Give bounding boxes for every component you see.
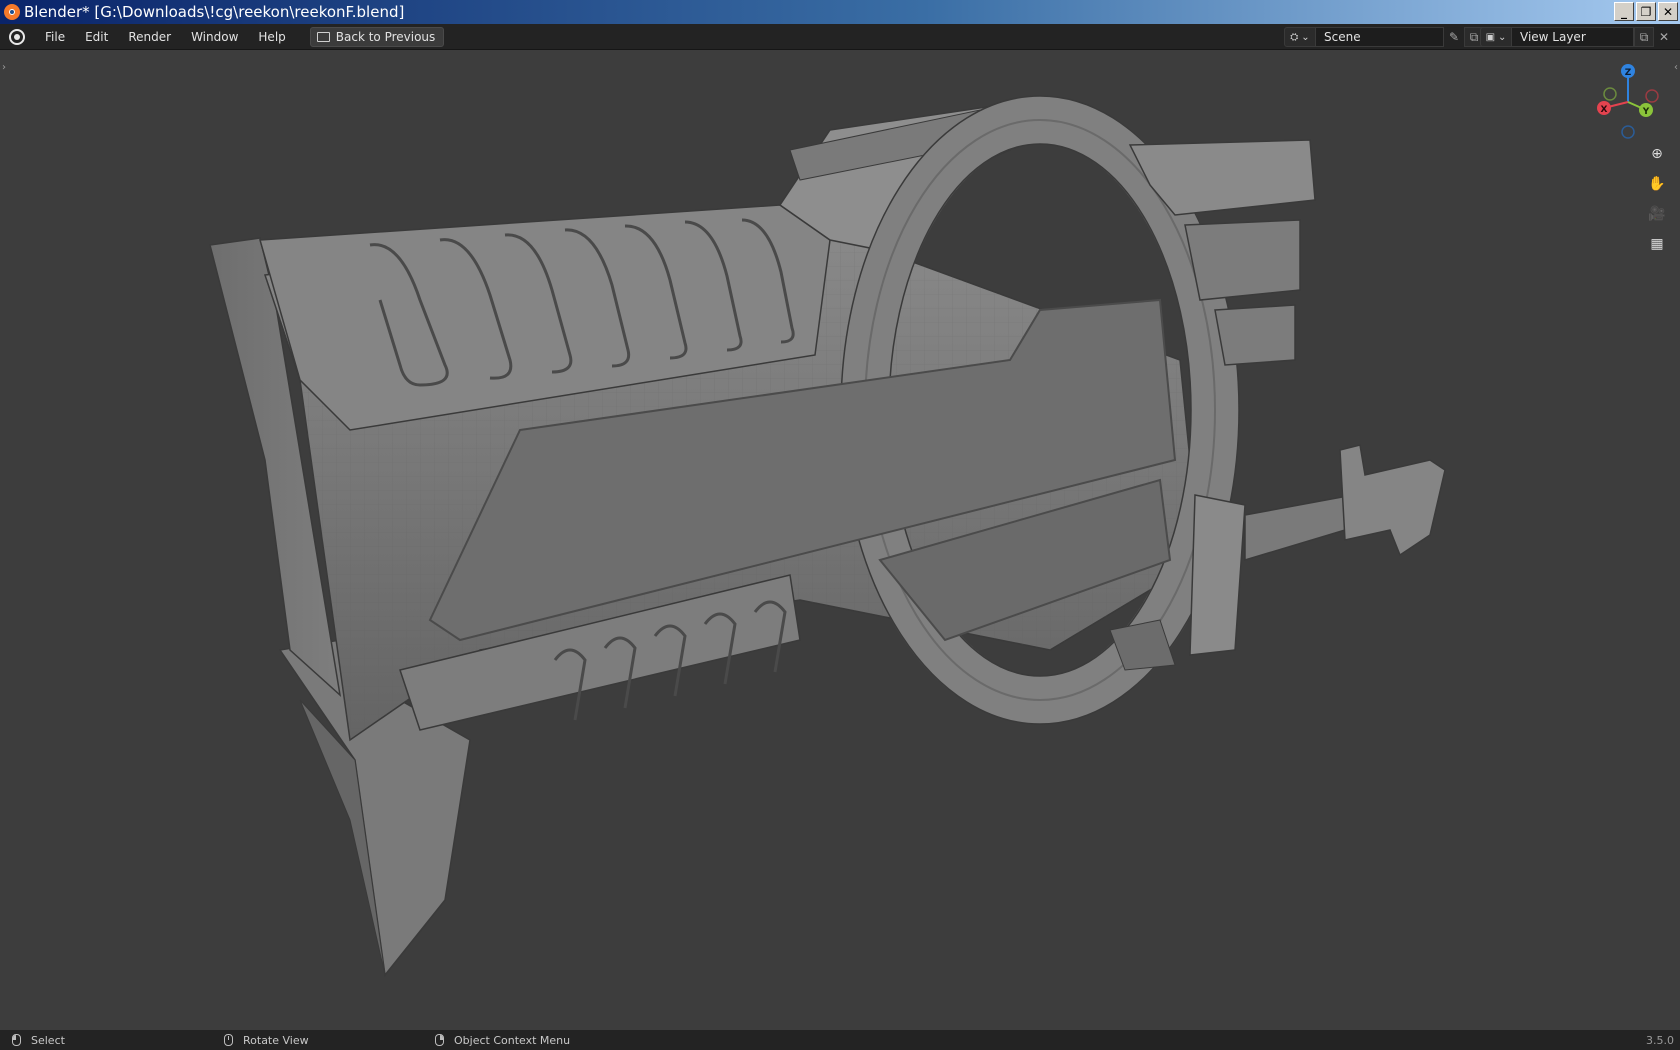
status-select-label: Select [31, 1033, 65, 1047]
mouse-middle-icon [224, 1034, 233, 1046]
3d-viewport[interactable]: › ‹ Z X Y ⊕ ✋ 🎥 ▦ [0, 50, 1680, 1030]
version-label: 3.5.0 [1646, 1033, 1674, 1047]
ortho-grid-icon[interactable]: ▦ [1645, 232, 1669, 256]
window-title: Blender* [G:\Downloads\!cg\reekon\reekon… [24, 3, 405, 21]
new-view-layer-icon[interactable]: ⧉ [1634, 27, 1654, 47]
status-context-menu-label: Object Context Menu [454, 1033, 571, 1047]
view-layer-type-dropdown[interactable]: ▣ ⌄ [1480, 27, 1512, 47]
menu-window[interactable]: Window [181, 24, 248, 50]
status-rotate: Rotate View [224, 1034, 309, 1047]
view-layer-icon: ▣ [1485, 31, 1496, 43]
chevron-down-icon: ⌄ [1498, 31, 1507, 43]
status-bar: Select Rotate View Object Context Menu 3… [0, 1030, 1680, 1050]
scene-name: Scene [1324, 30, 1361, 44]
view-layer-name: View Layer [1520, 30, 1586, 44]
view-layer-selector: ▣ ⌄ View Layer ⧉ ✕ [1480, 27, 1674, 47]
status-rotate-label: Rotate View [243, 1033, 309, 1047]
x-axis-label: X [1601, 105, 1608, 115]
menu-file[interactable]: File [35, 24, 75, 50]
back-to-previous-label: Back to Previous [335, 29, 436, 44]
menu-help[interactable]: Help [248, 24, 295, 50]
neg-y-axis-handle[interactable] [1603, 87, 1617, 101]
blender-logo-icon[interactable] [9, 28, 25, 45]
camera-icon[interactable]: 🎥 [1645, 202, 1669, 226]
status-select: Select [12, 1034, 65, 1047]
menu-edit[interactable]: Edit [75, 24, 118, 50]
scene-type-dropdown[interactable]: ⛭ ⌄ [1284, 27, 1316, 47]
scene-name-field[interactable]: Scene [1316, 27, 1444, 47]
close-icon[interactable]: ✕ [1658, 2, 1678, 21]
scene-selector: ⛭⌄ Scene ✎ ⧉ ✕ [1284, 27, 1504, 47]
delete-view-layer-icon[interactable]: ✕ [1654, 27, 1674, 47]
top-menubar: File Edit Render Window Help Back to Pre… [0, 24, 1680, 50]
mouse-right-icon [435, 1034, 444, 1046]
scene-icon: ⛭ [1290, 31, 1299, 43]
viewport-scene [209, 95, 1446, 977]
restore-icon[interactable]: ❐ [1636, 2, 1656, 21]
zoom-icon[interactable]: ⊕ [1645, 142, 1669, 166]
blender-app-icon [4, 4, 20, 20]
neg-z-axis-handle[interactable] [1621, 125, 1635, 139]
status-context-menu: Object Context Menu [435, 1034, 570, 1047]
y-axis-label: Y [1642, 107, 1650, 117]
chevron-down-icon: ⌄ [1301, 31, 1310, 43]
navigation-gizmo[interactable]: Z X Y [1588, 62, 1668, 142]
pin-icon[interactable]: ✎ [1444, 27, 1464, 47]
window-titlebar: Blender* [G:\Downloads\!cg\reekon\reekon… [0, 0, 1680, 24]
minimize-icon[interactable]: _ [1614, 2, 1634, 21]
view-layer-name-field[interactable]: View Layer [1512, 27, 1634, 47]
mouse-left-icon [12, 1034, 21, 1046]
window-controls: _ ❐ ✕ [1614, 2, 1678, 21]
pan-hand-icon[interactable]: ✋ [1645, 172, 1669, 196]
mesh-object[interactable] [209, 95, 1446, 977]
back-to-previous-button[interactable]: Back to Previous [309, 26, 445, 47]
menu-render[interactable]: Render [118, 24, 181, 50]
z-axis-label: Z [1625, 68, 1632, 78]
screen-icon [316, 31, 330, 42]
neg-x-axis-handle[interactable] [1645, 89, 1659, 103]
